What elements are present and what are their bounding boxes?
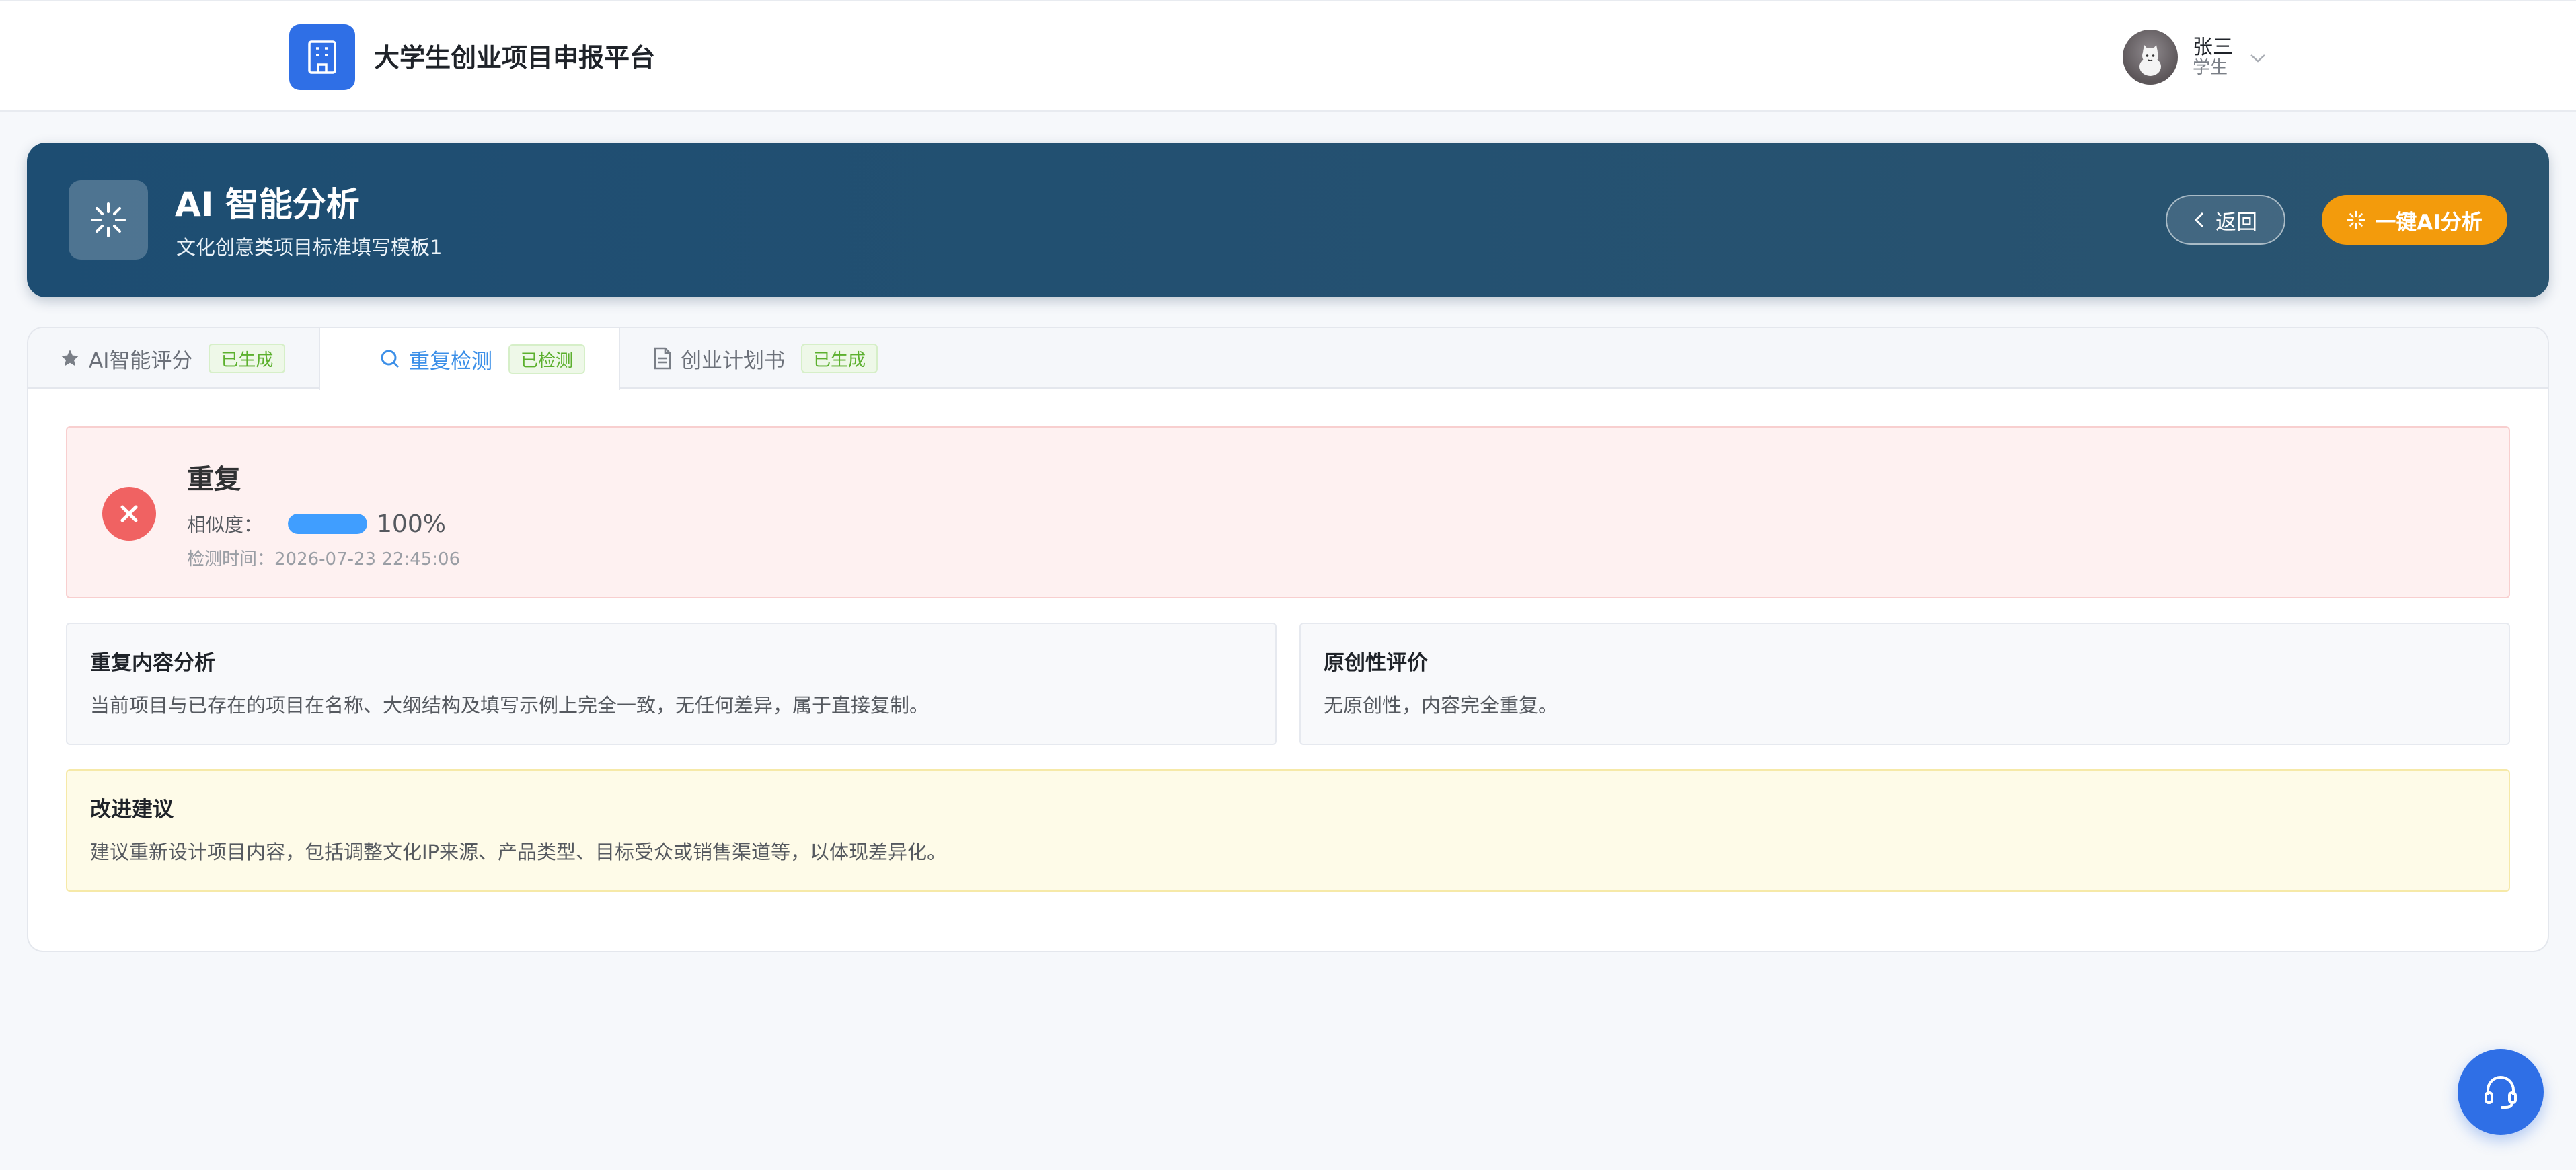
banner-icon-box (69, 180, 148, 260)
user-name: 张三 (2193, 36, 2233, 59)
check-time: 检测时间：2026-07-23 22:45:06 (187, 549, 461, 570)
page-title: AI 智能分析 (175, 185, 360, 224)
duplicate-analysis-panel: 重复内容分析 当前项目与已存在的项目在名称、大纲结构及填写示例上完全一致，无任何… (66, 623, 1277, 745)
panel-text: 无原创性，内容完全重复。 (1324, 694, 1558, 717)
similarity-progress (288, 514, 368, 534)
app-title: 大学生创业项目申报平台 (374, 43, 656, 73)
customer-support-button[interactable] (2458, 1049, 2544, 1135)
originality-panel: 原创性评价 无原创性，内容完全重复。 (1299, 623, 2510, 745)
result-status: 重复 (187, 464, 241, 495)
tab-label: AI智能评分 (89, 348, 193, 373)
panel-text: 当前项目与已存在的项目在名称、大纲结构及填写示例上完全一致，无任何差异，属于直接… (90, 694, 930, 717)
avatar[interactable] (2123, 30, 2178, 85)
sparkle-icon (2347, 210, 2365, 229)
page-subtitle: 文化创意类项目标准填写模板1 (176, 236, 443, 259)
chevron-left-icon (2194, 212, 2204, 228)
similarity-label: 相似度： (187, 514, 263, 536)
cat-avatar-icon (2139, 45, 2161, 76)
tab-business-plan[interactable]: 创业计划书 已生成 (623, 328, 878, 389)
similarity-value: 100% (377, 510, 446, 538)
app-logo[interactable] (289, 24, 355, 90)
panel-title: 改进建议 (90, 797, 174, 822)
suggestion-panel: 改进建议 建议重新设计项目内容，包括调整文化IP来源、产品类型、目标受众或销售渠… (66, 769, 2510, 892)
status-badge: 已检测 (508, 344, 586, 374)
ai-analyze-label: 一键AI分析 (2375, 210, 2483, 235)
similarity-progress-fill (288, 514, 368, 534)
back-button-label: 返回 (2215, 210, 2257, 235)
status-badge: 已生成 (209, 344, 286, 373)
analysis-banner: AI 智能分析 文化创意类项目标准填写模板1 返回 一键AI分析 (27, 143, 2549, 297)
panel-title: 重复内容分析 (90, 651, 215, 675)
user-info: 张三 学生 (2193, 38, 2233, 77)
document-icon (654, 347, 671, 370)
close-icon (120, 505, 138, 522)
analysis-card: AI智能评分 已生成 重复检测 已检测 创业计划书 已生成 重复 相似度： 10… (27, 327, 2549, 952)
tab-label: 创业计划书 (681, 348, 785, 373)
search-icon (381, 350, 400, 368)
tab-label: 重复检测 (409, 349, 492, 374)
status-badge: 已生成 (801, 344, 878, 373)
star-icon (61, 350, 79, 366)
ai-analyze-button[interactable]: 一键AI分析 (2322, 195, 2507, 245)
panel-title: 原创性评价 (1324, 651, 1428, 675)
error-status-icon (102, 487, 156, 541)
user-menu[interactable]: 张三 学生 (2123, 30, 2267, 85)
panel-text: 建议重新设计项目内容，包括调整文化IP来源、产品类型、目标受众或销售渠道等，以体… (90, 841, 947, 863)
back-button[interactable]: 返回 (2166, 195, 2285, 245)
chevron-down-icon[interactable] (2249, 53, 2267, 64)
tab-duplicate-check[interactable]: 重复检测 已检测 (319, 328, 620, 390)
sparkle-loading-icon (91, 202, 126, 237)
tab-ai-score[interactable]: AI智能评分 已生成 (59, 328, 286, 389)
top-navbar: 大学生创业项目申报平台 张三 学生 (0, 0, 2576, 112)
headset-icon (2485, 1076, 2517, 1109)
user-role: 学生 (2193, 58, 2228, 78)
similarity-row: 相似度： 100% (187, 506, 446, 542)
duplicate-result-box: 重复 相似度： 100% 检测时间：2026-07-23 22:45:06 (66, 426, 2510, 598)
tab-bar: AI智能评分 已生成 重复检测 已检测 创业计划书 已生成 (28, 328, 2548, 390)
building-icon (308, 40, 336, 74)
